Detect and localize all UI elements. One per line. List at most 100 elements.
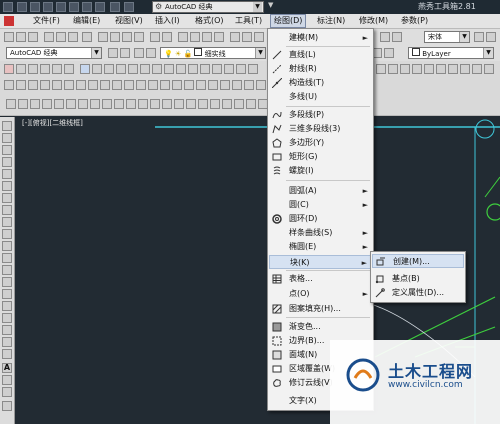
font-size-icon[interactable] bbox=[486, 32, 496, 42]
tool3-icon-h[interactable] bbox=[90, 99, 100, 109]
new-file-icon[interactable] bbox=[4, 32, 14, 42]
tool3-icon-c[interactable] bbox=[30, 99, 40, 109]
menu-file[interactable]: 文件(F) bbox=[30, 15, 63, 27]
font-select[interactable]: 宋体 ▼ bbox=[424, 31, 470, 43]
tool-icon-s[interactable] bbox=[224, 64, 234, 74]
menu-item-spline[interactable]: 样条曲线(S) ► bbox=[269, 226, 372, 240]
tool3-icon-g[interactable] bbox=[78, 99, 88, 109]
pan-icon[interactable] bbox=[178, 32, 188, 42]
tool2-icon-i[interactable] bbox=[100, 80, 110, 90]
revcloud-tool-icon[interactable] bbox=[2, 205, 12, 215]
layer-properties-icon[interactable] bbox=[134, 48, 144, 58]
tool-icon-t[interactable] bbox=[236, 64, 246, 74]
workspace-select[interactable]: AutoCAD 经典 ▼ bbox=[6, 47, 102, 59]
tool2-icon-n[interactable] bbox=[160, 80, 170, 90]
tool3-icon-e[interactable] bbox=[54, 99, 64, 109]
settings-icon[interactable] bbox=[124, 2, 134, 12]
open-icon[interactable] bbox=[30, 2, 40, 12]
menu-item-xline[interactable]: 构造线(T) bbox=[269, 76, 372, 90]
tool3-icon-b[interactable] bbox=[18, 99, 28, 109]
tool3-icon-f[interactable] bbox=[66, 99, 76, 109]
save-file-icon[interactable] bbox=[28, 32, 38, 42]
text-a-icon[interactable]: A bbox=[2, 363, 12, 373]
tool-icon-v[interactable] bbox=[376, 64, 386, 74]
tool3-icon-l[interactable] bbox=[138, 99, 148, 109]
layer-select[interactable]: 💡 ☀ 🔓 细实线 ▼ bbox=[160, 47, 266, 59]
tool2-icon-p[interactable] bbox=[184, 80, 194, 90]
polygon-tool-icon[interactable] bbox=[2, 157, 12, 167]
tool-icon-r[interactable] bbox=[212, 64, 222, 74]
tool-icon-k[interactable] bbox=[128, 64, 138, 74]
tool-icon-y[interactable] bbox=[412, 64, 422, 74]
tool-icon-z[interactable] bbox=[424, 64, 434, 74]
region-tool-icon[interactable] bbox=[2, 313, 12, 323]
color-swatch-icon[interactable] bbox=[384, 48, 394, 58]
tool-extra-3-icon[interactable] bbox=[2, 401, 12, 411]
tool-icon-w[interactable] bbox=[388, 64, 398, 74]
tool2-icon-g[interactable] bbox=[76, 80, 86, 90]
menu-item-donut[interactable]: 圆环(D) bbox=[269, 212, 372, 226]
circle-tool-icon[interactable] bbox=[2, 193, 12, 203]
menu-item-table[interactable]: 表格... bbox=[269, 272, 372, 286]
tool2-icon-u[interactable] bbox=[244, 80, 254, 90]
cut-icon[interactable] bbox=[98, 32, 108, 42]
make-block-tool-icon[interactable] bbox=[2, 265, 12, 275]
tool-icon-o[interactable] bbox=[176, 64, 186, 74]
zoom-realtime-icon[interactable] bbox=[190, 32, 200, 42]
tool-icon-g[interactable] bbox=[80, 64, 90, 74]
tool3-icon-u[interactable] bbox=[246, 99, 256, 109]
tool-icon-x[interactable] bbox=[400, 64, 410, 74]
tool-extra-1-icon[interactable] bbox=[2, 375, 12, 385]
menu-item-arc[interactable]: 圆弧(A) ► bbox=[269, 184, 372, 198]
tool2-icon-l[interactable] bbox=[136, 80, 146, 90]
zoom-window-icon[interactable] bbox=[202, 32, 212, 42]
tool3-icon-s[interactable] bbox=[222, 99, 232, 109]
tool2-icon-v[interactable] bbox=[256, 80, 266, 90]
menu-item-point[interactable]: 点(O) ► bbox=[269, 287, 372, 301]
undo-tool-icon[interactable] bbox=[150, 32, 160, 42]
new-icon[interactable] bbox=[17, 2, 27, 12]
menu-item-hatch[interactable]: 图案填充(H)... bbox=[269, 302, 372, 316]
tool3-icon-j[interactable] bbox=[114, 99, 124, 109]
tool-icon-aa[interactable] bbox=[436, 64, 446, 74]
menu-modify[interactable]: 修改(M) bbox=[356, 15, 391, 27]
line-tool-icon[interactable] bbox=[2, 121, 12, 131]
arc-tool-icon[interactable] bbox=[2, 181, 12, 191]
tool3-icon-m[interactable] bbox=[150, 99, 160, 109]
menu-item-modeling[interactable]: 建模(M) ► bbox=[269, 31, 372, 45]
tool-palettes-icon[interactable] bbox=[254, 32, 264, 42]
tool-icon-q[interactable] bbox=[200, 64, 210, 74]
submenu-item-base-point[interactable]: 基点(B) bbox=[372, 272, 464, 286]
submenu-item-define-attribute[interactable]: 定义属性(D)... bbox=[372, 286, 464, 300]
redo-icon[interactable] bbox=[95, 2, 105, 12]
menu-item-block[interactable]: 块(K) ► bbox=[269, 255, 372, 269]
hatch-tool-icon[interactable] bbox=[2, 289, 12, 299]
zoom-previous-icon[interactable] bbox=[214, 32, 224, 42]
save-icon[interactable] bbox=[43, 2, 53, 12]
menu-item-circle[interactable]: 圆(C) ► bbox=[269, 198, 372, 212]
save-as-icon[interactable] bbox=[56, 2, 66, 12]
dim-style-icon[interactable] bbox=[392, 32, 402, 42]
undo-icon[interactable] bbox=[82, 2, 92, 12]
workspace-save-icon[interactable] bbox=[120, 48, 130, 58]
tool2-icon-h[interactable] bbox=[88, 80, 98, 90]
tool-icon-ad[interactable] bbox=[472, 64, 482, 74]
workspace-switcher[interactable]: ⚙ AutoCAD 经典 ▼ bbox=[152, 1, 264, 13]
menu-item-line[interactable]: 直线(L) bbox=[269, 48, 372, 62]
tool2-icon-a[interactable] bbox=[4, 80, 14, 90]
tool-icon-m[interactable] bbox=[152, 64, 162, 74]
tool2-icon-q[interactable] bbox=[196, 80, 206, 90]
publish-icon[interactable] bbox=[68, 32, 78, 42]
menubar-app-icon[interactable] bbox=[4, 16, 14, 26]
tool2-icon-c[interactable] bbox=[28, 80, 38, 90]
menu-item-ray[interactable]: 射线(R) bbox=[269, 62, 372, 76]
tool-icon-ae[interactable] bbox=[484, 64, 494, 74]
menu-format[interactable]: 格式(O) bbox=[192, 15, 227, 27]
tool-icon-h[interactable] bbox=[92, 64, 102, 74]
tool2-icon-d[interactable] bbox=[40, 80, 50, 90]
menu-parameters[interactable]: 参数(P) bbox=[398, 15, 431, 27]
menu-item-polyline[interactable]: 多段线(P) bbox=[269, 108, 372, 122]
tool3-icon-p[interactable] bbox=[186, 99, 196, 109]
text-format-icon[interactable] bbox=[474, 32, 484, 42]
tool-icon-u[interactable] bbox=[248, 64, 258, 74]
